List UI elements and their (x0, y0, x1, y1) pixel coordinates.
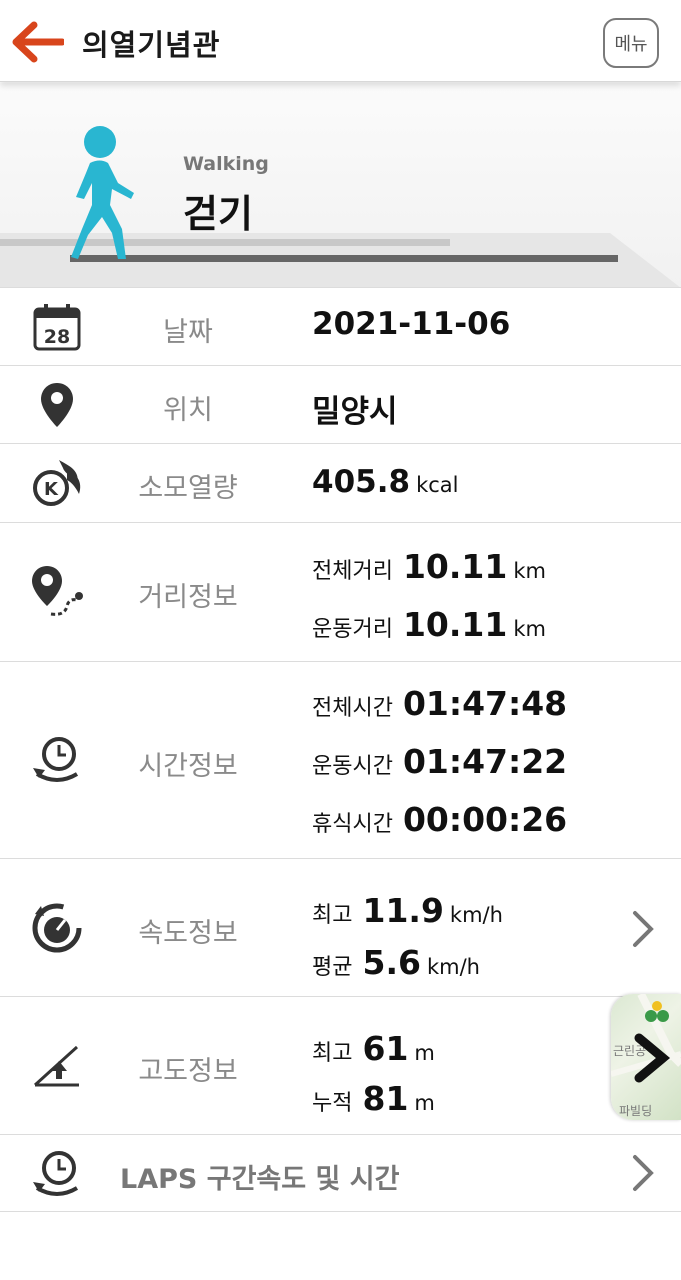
walking-person-icon (66, 125, 146, 269)
clock-cycle-icon (26, 729, 88, 791)
time-label: 시간정보 (138, 751, 238, 782)
avg-speed-label: 평균 (312, 955, 353, 980)
calories-value: 405.8 (312, 464, 411, 500)
back-arrow-icon[interactable] (12, 20, 68, 64)
speed-row[interactable]: 속도정보 최고 11.9 km/h 평균 5.6 km/h (0, 858, 681, 996)
chevron-right-icon[interactable] (631, 1153, 655, 1193)
calories-value-line: 405.8 kcal (312, 464, 458, 500)
cum-altitude-unit: m (414, 1091, 435, 1115)
location-row: 위치 밀양시 (0, 365, 681, 443)
exercise-time-value: 01:47:22 (402, 742, 568, 781)
calories-unit: kcal (416, 473, 459, 497)
avg-speed-unit: km/h (426, 955, 480, 979)
laps-row[interactable]: LAPS 구간속도 및 시간 (0, 1134, 681, 1212)
max-speed-value: 11.9 (362, 891, 444, 930)
speed-label: 속도정보 (138, 918, 238, 949)
location-value: 밀양시 (312, 394, 398, 430)
total-distance-label: 전체거리 (312, 559, 393, 584)
svg-text:K: K (44, 479, 59, 500)
time-row: 시간정보 전체시간 01:47:48 운동시간 01:47:22 휴식시간 00:00… (0, 661, 681, 858)
altitude-label: 고도정보 (138, 1056, 238, 1087)
page-title: 의열기념관 (82, 28, 221, 62)
route-pin-icon (26, 561, 88, 623)
map-pin-icon (26, 374, 88, 436)
activity-banner: Walking 걷기 (0, 83, 681, 288)
max-speed-unit: km/h (449, 903, 503, 927)
avg-speed-value: 5.6 (362, 943, 421, 982)
max-altitude: 최고 61 m (312, 1029, 435, 1068)
app-header: 의열기념관 메뉴 (0, 0, 681, 82)
map-thumbnail-button[interactable]: 근린공 파빌딩 (611, 994, 681, 1120)
speedometer-icon (26, 897, 88, 959)
location-label: 위치 (163, 395, 213, 426)
calories-row: K 소모열량 405.8 kcal (0, 443, 681, 522)
total-distance-unit: km (513, 559, 546, 583)
calendar-day: 28 (44, 326, 70, 348)
total-time-value: 01:47:48 (402, 684, 568, 723)
chevron-right-icon[interactable] (631, 909, 655, 949)
laps-clock-icon (26, 1143, 88, 1205)
exercise-distance-label: 운동거리 (312, 617, 393, 642)
cum-altitude-label: 누적 (312, 1091, 353, 1116)
exercise-time: 운동시간 01:47:22 (312, 742, 567, 781)
rest-time-label: 휴식시간 (312, 812, 393, 837)
map-arrow-icon (633, 1032, 673, 1088)
cum-altitude-value: 81 (362, 1079, 409, 1118)
map-label-2: 파빌딩 (619, 1104, 653, 1118)
calorie-flame-icon: K (26, 452, 88, 514)
calories-label: 소모열량 (138, 473, 238, 504)
distance-row: 거리정보 전체거리 10.11 km 운동거리 10.11 km (0, 522, 681, 661)
total-distance-value: 10.11 (402, 547, 508, 586)
total-distance: 전체거리 10.11 km (312, 547, 546, 586)
exercise-distance-unit: km (513, 617, 546, 641)
max-altitude-value: 61 (362, 1029, 409, 1068)
max-speed-label: 최고 (312, 903, 353, 928)
activity-name: 걷기 (183, 192, 253, 236)
exercise-distance-value: 10.11 (402, 605, 508, 644)
altitude-slope-icon (26, 1035, 88, 1097)
altitude-row: 고도정보 최고 61 m 누적 81 m (0, 996, 681, 1134)
rest-time: 휴식시간 00:00:26 (312, 800, 567, 839)
rest-time-value: 00:00:26 (402, 800, 568, 839)
date-row: 28 날짜 2021-11-06 (0, 287, 681, 365)
laps-label: LAPS 구간속도 및 시간 (120, 1164, 400, 1195)
avg-speed: 평균 5.6 km/h (312, 943, 480, 982)
date-label: 날짜 (163, 317, 213, 348)
calendar-icon: 28 (26, 296, 88, 358)
total-time: 전체시간 01:47:48 (312, 684, 567, 723)
total-time-label: 전체시간 (312, 696, 393, 721)
activity-name-en: Walking (183, 153, 269, 175)
distance-label: 거리정보 (138, 582, 238, 613)
cum-altitude: 누적 81 m (312, 1079, 435, 1118)
max-speed: 최고 11.9 km/h (312, 891, 503, 930)
exercise-distance: 운동거리 10.11 km (312, 605, 546, 644)
date-value: 2021-11-06 (312, 306, 511, 342)
max-altitude-label: 최고 (312, 1041, 353, 1066)
exercise-time-label: 운동시간 (312, 754, 393, 779)
menu-button[interactable]: 메뉴 (603, 18, 659, 68)
max-altitude-unit: m (414, 1041, 435, 1065)
